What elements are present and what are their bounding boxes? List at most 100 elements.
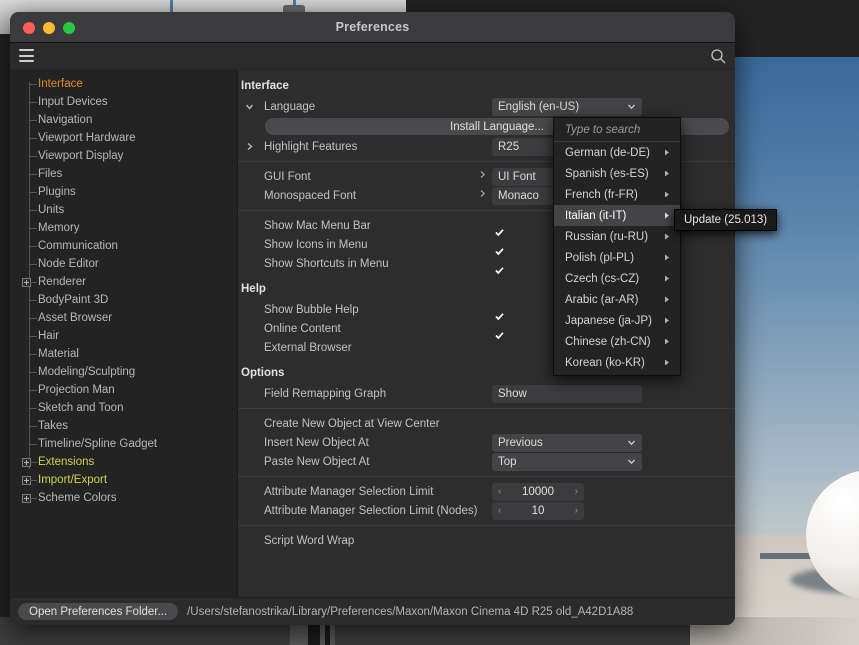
field-remapping-graph-button[interactable]: Show xyxy=(492,384,642,403)
sidebar-item-takes[interactable]: Takes xyxy=(10,417,237,435)
sidebar-item-renderer[interactable]: Renderer xyxy=(10,273,237,291)
stepper-decrement-icon[interactable]: ‹ xyxy=(498,486,501,497)
language-select-value: English (en-US) xyxy=(498,100,580,113)
attr-limit-nodes-stepper-wrap: ‹ 10 › xyxy=(492,501,584,520)
sidebar-item-modeling-sculpting[interactable]: Modeling/Sculpting xyxy=(10,363,237,381)
attr-limit-nodes-value: 10 xyxy=(531,504,545,517)
chevron-right-icon[interactable] xyxy=(244,141,255,152)
sidebar-item-input-devices[interactable]: Input Devices xyxy=(10,93,237,111)
sidebar-item-interface[interactable]: Interface xyxy=(10,75,237,93)
maximize-window-button[interactable] xyxy=(63,22,75,34)
language-menu-item-polish[interactable]: Polish (pl-PL) xyxy=(554,247,680,268)
sidebar-item-memory[interactable]: Memory xyxy=(10,219,237,237)
label-online-content: Online Content xyxy=(264,322,341,335)
stepper-increment-icon[interactable]: › xyxy=(575,505,578,516)
label-show-icons-in-menu: Show Icons in Menu xyxy=(264,238,368,251)
language-menu-item-label: German (de-DE) xyxy=(565,146,650,159)
sidebar-item-plugins[interactable]: Plugins xyxy=(10,183,237,201)
attr-limit-value: 10000 xyxy=(522,485,554,498)
traffic-light-group xyxy=(23,22,75,34)
open-preferences-folder-button[interactable]: Open Preferences Folder... xyxy=(18,603,179,620)
attr-limit-nodes-stepper[interactable]: ‹ 10 › xyxy=(492,501,584,520)
row-create-new-object-at-view-center: Create New Object at View Center xyxy=(238,414,735,433)
sidebar-item-label: Timeline/Spline Gadget xyxy=(38,438,158,450)
language-dropdown-menu[interactable]: Type to search German (de-DE) Spanish (e… xyxy=(553,117,681,376)
preferences-sidebar[interactable]: Interface Input Devices Navigation Viewp… xyxy=(10,70,238,597)
insert-new-object-value: Previous xyxy=(498,436,543,449)
language-menu-item-italian[interactable]: Italian (it-IT) xyxy=(554,205,680,226)
sidebar-item-label: Import/Export xyxy=(38,474,108,486)
label-paste-new-object: Paste New Object At xyxy=(264,455,370,468)
language-search-input[interactable]: Type to search xyxy=(554,118,680,142)
row-insert-new-object-at: Insert New Object At Previous xyxy=(238,433,735,452)
sidebar-item-projection-man[interactable]: Projection Man xyxy=(10,381,237,399)
sidebar-item-viewport-hardware[interactable]: Viewport Hardware xyxy=(10,129,237,147)
insert-new-object-select-wrap: Previous xyxy=(492,433,642,452)
language-menu-item-label: Japanese (ja-JP) xyxy=(565,314,652,327)
chevron-right-icon xyxy=(663,169,671,181)
language-menu-item-korean[interactable]: Korean (ko-KR) xyxy=(554,352,680,373)
sidebar-item-hair[interactable]: Hair xyxy=(10,327,237,345)
sidebar-item-bodypaint-3d[interactable]: BodyPaint 3D xyxy=(10,291,237,309)
sidebar-item-import-export[interactable]: Import/Export xyxy=(10,471,237,489)
chevron-down-icon[interactable] xyxy=(244,101,255,112)
language-menu-item-arabic[interactable]: Arabic (ar-AR) xyxy=(554,289,680,310)
hamburger-menu-icon[interactable] xyxy=(19,49,34,62)
chevron-right-icon[interactable] xyxy=(478,189,487,201)
language-menu-item-german[interactable]: German (de-DE) xyxy=(554,142,680,163)
language-menu-item-label: Spanish (es-ES) xyxy=(565,167,649,180)
sidebar-item-label: Projection Man xyxy=(38,384,115,396)
language-menu-item-spanish[interactable]: Spanish (es-ES) xyxy=(554,163,680,184)
sidebar-item-label: Input Devices xyxy=(38,96,108,108)
close-window-button[interactable] xyxy=(23,22,35,34)
stepper-increment-icon[interactable]: › xyxy=(575,486,578,497)
search-icon[interactable] xyxy=(710,48,727,65)
chevron-right-icon xyxy=(663,148,671,160)
divider xyxy=(238,476,735,477)
paste-new-object-value: Top xyxy=(498,455,517,468)
sidebar-item-units[interactable]: Units xyxy=(10,201,237,219)
sidebar-item-viewport-display[interactable]: Viewport Display xyxy=(10,147,237,165)
label-gui-font: GUI Font xyxy=(264,170,311,183)
language-menu-item-chinese[interactable]: Chinese (zh-CN) xyxy=(554,331,680,352)
language-select[interactable]: English (en-US) xyxy=(492,97,642,116)
window-toolbar xyxy=(10,43,735,70)
minimize-window-button[interactable] xyxy=(43,22,55,34)
label-create-new-object: Create New Object at View Center xyxy=(264,417,440,430)
label-insert-new-object: Insert New Object At xyxy=(264,436,369,449)
paste-new-object-select[interactable]: Top xyxy=(492,452,642,471)
window-title: Preferences xyxy=(335,20,410,34)
chevron-right-icon[interactable] xyxy=(478,170,487,182)
sidebar-item-extensions[interactable]: Extensions xyxy=(10,453,237,471)
sidebar-item-label: Renderer xyxy=(38,276,86,288)
sidebar-item-timeline-spline-gadget[interactable]: Timeline/Spline Gadget xyxy=(10,435,237,453)
language-menu-item-czech[interactable]: Czech (cs-CZ) xyxy=(554,268,680,289)
row-paste-new-object-at: Paste New Object At Top xyxy=(238,452,735,471)
sidebar-item-communication[interactable]: Communication xyxy=(10,237,237,255)
section-heading-interface: Interface xyxy=(241,80,289,92)
sidebar-item-files[interactable]: Files xyxy=(10,165,237,183)
label-highlight-features: Highlight Features xyxy=(264,140,358,153)
sidebar-item-sketch-and-toon[interactable]: Sketch and Toon xyxy=(10,399,237,417)
sidebar-item-material[interactable]: Material xyxy=(10,345,237,363)
sidebar-item-node-editor[interactable]: Node Editor xyxy=(10,255,237,273)
sidebar-item-navigation[interactable]: Navigation xyxy=(10,111,237,129)
update-submenu-item[interactable]: Update (25.013) xyxy=(674,209,778,231)
chevron-right-icon xyxy=(663,274,671,286)
attr-limit-stepper-wrap: ‹ 10000 › xyxy=(492,482,584,501)
language-menu-item-french[interactable]: French (fr-FR) xyxy=(554,184,680,205)
attr-limit-stepper[interactable]: ‹ 10000 › xyxy=(492,482,584,501)
sidebar-item-asset-browser[interactable]: Asset Browser xyxy=(10,309,237,327)
window-footer: Open Preferences Folder... /Users/stefan… xyxy=(10,597,735,625)
sidebar-item-scheme-colors[interactable]: Scheme Colors xyxy=(10,489,237,507)
row-attribute-manager-selection-limit-nodes: Attribute Manager Selection Limit (Nodes… xyxy=(238,501,735,520)
stepper-decrement-icon[interactable]: ‹ xyxy=(498,505,501,516)
sidebar-item-label: Hair xyxy=(38,330,60,342)
language-menu-item-japanese[interactable]: Japanese (ja-JP) xyxy=(554,310,680,331)
language-menu-item-russian[interactable]: Russian (ru-RU) xyxy=(554,226,680,247)
divider xyxy=(238,525,735,526)
language-menu-item-label: Korean (ko-KR) xyxy=(565,356,645,369)
insert-new-object-select[interactable]: Previous xyxy=(492,433,642,452)
chevron-right-icon xyxy=(663,358,671,370)
chevron-right-icon xyxy=(663,337,671,349)
